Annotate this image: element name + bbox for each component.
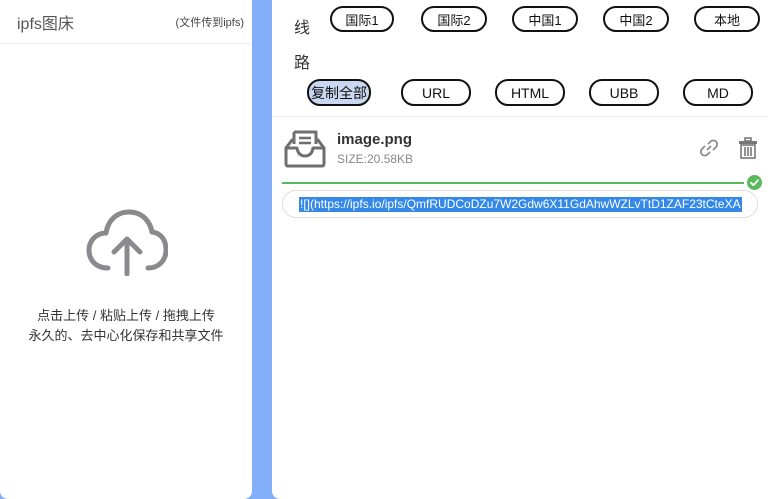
file-name: image.png (337, 131, 413, 148)
result-panel: 线 路 国际1 国际2 中国1 中国2 本地 复制全部 URL HTML UBB… (272, 0, 768, 499)
check-circle-icon (747, 175, 762, 190)
app-title: ipfs图床 (17, 15, 74, 33)
format-url-button[interactable]: URL (401, 79, 471, 106)
app-subtitle: (文件传到ipfs) (175, 16, 244, 29)
upload-progress-bar (282, 182, 744, 184)
route-button-cn2[interactable]: 中国2 (603, 6, 669, 32)
route-label-bottom: 路 (294, 55, 311, 72)
link-output-field[interactable]: ![](https://ipfs.io/ipfs/QmfRUDCoDZu7W2G… (282, 190, 758, 218)
trash-icon[interactable] (738, 137, 758, 159)
divider (272, 116, 768, 117)
upload-hint-line1: 点击上传 / 粘贴上传 / 拖拽上传 (37, 308, 215, 323)
upload-panel: ipfs图床 (文件传到ipfs) 点击上传 / 粘贴上传 / 拖拽上传 永久的… (0, 0, 252, 499)
upload-hint-line2: 永久的、去中心化保存和共享文件 (28, 328, 224, 343)
format-html-button[interactable]: HTML (495, 79, 565, 106)
upload-panel-header: ipfs图床 (文件传到ipfs) (0, 0, 252, 44)
inbox-icon (284, 130, 326, 168)
route-label-top: 线 (294, 20, 311, 37)
route-button-intl2[interactable]: 国际2 (421, 6, 487, 32)
copy-all-button[interactable]: 复制全部 (307, 79, 371, 106)
route-button-intl1[interactable]: 国际1 (330, 6, 394, 32)
link-output-text[interactable]: ![](https://ipfs.io/ipfs/QmfRUDCoDZu7W2G… (299, 196, 742, 212)
link-icon[interactable] (699, 138, 719, 158)
route-button-local[interactable]: 本地 (694, 6, 760, 32)
format-md-button[interactable]: MD (683, 79, 753, 106)
file-size: SIZE:20.58KB (337, 152, 414, 166)
route-button-cn1[interactable]: 中国1 (512, 6, 578, 32)
cloud-upload-icon (86, 209, 168, 276)
format-ubb-button[interactable]: UBB (589, 79, 659, 106)
